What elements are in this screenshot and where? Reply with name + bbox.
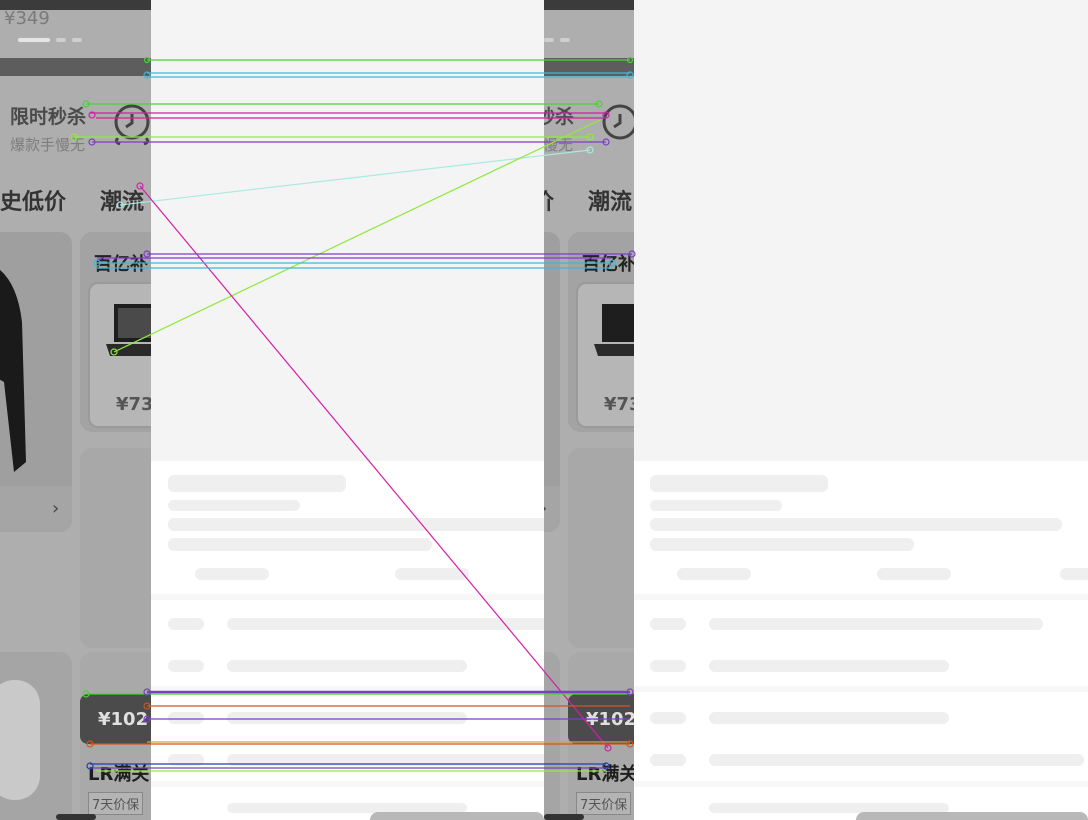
laptop-image <box>594 304 634 356</box>
chevron-right-icon[interactable]: › <box>544 498 547 519</box>
flash-sale-subtitle: 爆款手慢无 <box>10 136 86 154</box>
skeleton-tab <box>195 568 269 580</box>
home-indicator <box>56 814 96 820</box>
skeleton-line <box>650 538 914 551</box>
skeleton-label <box>650 712 686 724</box>
skeleton-divider <box>634 781 1088 787</box>
skeleton-label <box>650 660 686 672</box>
skeleton-line <box>650 518 1062 531</box>
skeleton-line <box>227 712 467 724</box>
price-pill-text: ¥102 <box>586 709 634 730</box>
banner-price: ¥349 <box>4 8 50 29</box>
skeleton-line <box>227 618 544 630</box>
status-bar <box>544 0 634 10</box>
price-pill-text: ¥102 <box>98 709 149 730</box>
section-divider-bar <box>544 58 634 76</box>
skeleton-label <box>168 660 204 672</box>
skeleton-line <box>168 475 346 492</box>
skeleton-label <box>650 754 686 766</box>
skeleton-line <box>650 500 782 511</box>
product-card-empty[interactable] <box>568 448 634 648</box>
skeleton-divider <box>151 594 544 600</box>
subsidy-title: 百亿补 <box>582 254 634 275</box>
loading-page-right <box>634 0 1088 820</box>
skeleton-line <box>168 518 544 531</box>
skeleton-label <box>168 712 204 724</box>
product-card-footer <box>0 486 72 532</box>
skeleton-sheet <box>634 461 1088 820</box>
skeleton-label <box>650 618 686 630</box>
skeleton-line <box>227 660 467 672</box>
tab-trend[interactable]: 潮流 <box>100 184 144 216</box>
skeleton-label <box>168 754 204 766</box>
flash-sale-title[interactable]: 限时秒杀 <box>10 102 86 129</box>
laptop-price: ¥73 <box>604 394 634 415</box>
product-card-empty[interactable] <box>80 448 151 648</box>
skeleton-line <box>709 660 949 672</box>
tab-trend[interactable]: 潮流 <box>588 184 632 216</box>
hoodie-image <box>0 270 26 472</box>
skeleton-tab <box>677 568 751 580</box>
warranty-badge: 7天价保 <box>88 792 144 815</box>
bottom-sheet-handle <box>370 812 544 820</box>
alarm-clock-icon <box>114 104 150 146</box>
tab-lowest-price[interactable]: 史低价 <box>0 184 66 216</box>
warranty-badge: 7天价保 <box>576 792 632 815</box>
skeleton-line <box>227 754 544 766</box>
tab-lowest-price[interactable]: 史低价 <box>544 184 554 216</box>
skeleton-divider <box>151 686 544 692</box>
skeleton-divider <box>634 686 1088 692</box>
app-screenshot-left: ¥349 限时秒杀 爆款手慢无 史低价 潮流 › 百亿补 ¥73 ¥102 LR… <box>0 0 151 820</box>
chevron-right-icon[interactable]: › <box>52 498 59 519</box>
promo-text: LR满关 <box>88 764 150 785</box>
home-indicator <box>544 814 584 820</box>
product-image-round <box>0 680 40 800</box>
section-divider-bar <box>0 58 151 76</box>
skeleton-tab <box>1060 568 1088 580</box>
skeleton-line <box>709 754 1084 766</box>
carousel-dots[interactable] <box>18 38 108 42</box>
app-screenshot-right: ¥349 限时秒杀 爆款手慢无 史低价 潮流 › 百亿补 ¥73 ¥102 LR… <box>544 0 634 820</box>
loading-page-left <box>151 0 544 820</box>
skeleton-divider <box>151 781 544 787</box>
skeleton-line <box>709 618 1043 630</box>
subsidy-title: 百亿补 <box>94 254 148 275</box>
skeleton-tab <box>877 568 951 580</box>
carousel-dots[interactable] <box>544 38 596 42</box>
flash-sale-subtitle: 爆款手慢无 <box>544 136 574 154</box>
skeleton-sheet <box>151 461 544 820</box>
product-card-bottom-left[interactable] <box>544 652 560 820</box>
promo-text: LR满关 <box>576 764 634 785</box>
app-content: ¥349 限时秒杀 爆款手慢无 史低价 潮流 › 百亿补 ¥73 ¥102 LR… <box>0 0 151 820</box>
skeleton-line <box>709 712 949 724</box>
flash-sale-title[interactable]: 限时秒杀 <box>544 102 574 129</box>
alarm-clock-icon <box>602 104 634 140</box>
skeleton-line <box>650 475 828 492</box>
skeleton-label <box>168 618 204 630</box>
skeleton-line <box>168 500 300 511</box>
bottom-sheet-handle <box>856 812 1088 820</box>
app-content: ¥349 限时秒杀 爆款手慢无 史低价 潮流 › 百亿补 ¥73 ¥102 LR… <box>544 0 634 820</box>
skeleton-divider <box>634 594 1088 600</box>
laptop-price: ¥73 <box>116 394 151 415</box>
laptop-image <box>106 304 151 356</box>
skeleton-line <box>168 538 432 551</box>
skeleton-tab <box>395 568 469 580</box>
